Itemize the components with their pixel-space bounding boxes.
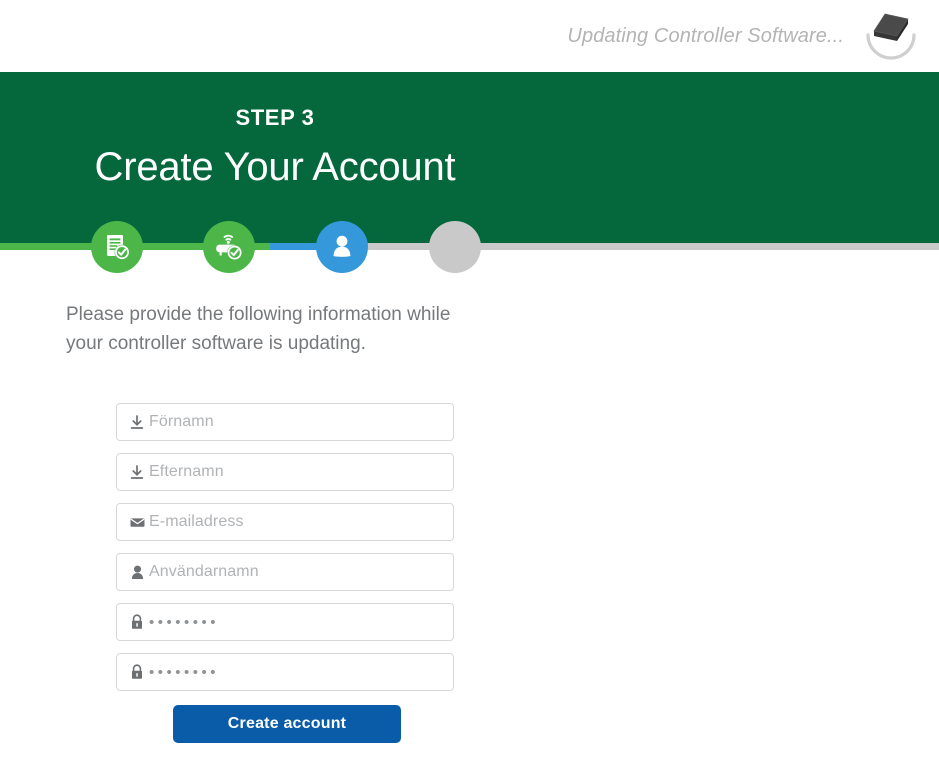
document-check-icon <box>107 235 130 260</box>
last-name-field[interactable]: Efternamn <box>116 453 454 491</box>
first-name-placeholder: Förnamn <box>149 413 214 430</box>
create-account-button[interactable]: Create account <box>173 705 401 743</box>
password-value: •••••••• <box>149 613 220 631</box>
update-status-text: Updating Controller Software... <box>567 24 844 47</box>
stepper-step-account[interactable] <box>316 221 368 273</box>
password-field[interactable]: •••••••• <box>116 603 454 641</box>
controller-box-icon <box>873 13 909 41</box>
download-arrow-icon <box>125 464 149 480</box>
create-account-form: Förnamn Efternamn E-mailadress Användarn… <box>0 403 550 743</box>
page-title: Create Your Account <box>94 145 456 189</box>
lock-icon <box>125 664 149 680</box>
stepper-step-plan[interactable] <box>91 221 143 273</box>
username-placeholder: Användarnamn <box>149 563 259 580</box>
controller-device-spinner-icon <box>860 5 922 67</box>
download-arrow-icon <box>125 414 149 430</box>
step-label: STEP 3 <box>235 105 315 130</box>
envelope-icon <box>125 517 149 528</box>
stepper-step-controller[interactable] <box>203 221 255 273</box>
first-name-field[interactable]: Förnamn <box>116 403 454 441</box>
last-name-placeholder: Efternamn <box>149 463 224 480</box>
lock-icon <box>125 614 149 630</box>
intro-text: Please provide the following information… <box>66 304 451 354</box>
hero-banner: STEP 3 Create Your Account <box>0 72 939 243</box>
user-icon <box>333 235 351 257</box>
submit-row: Create account <box>116 705 550 743</box>
hero-text-block: STEP 3 Create Your Account <box>0 72 550 190</box>
router-check-icon <box>216 234 242 260</box>
email-placeholder: E-mailadress <box>149 513 244 530</box>
email-field[interactable]: E-mailadress <box>116 503 454 541</box>
top-status-bar: Updating Controller Software... <box>0 0 939 72</box>
progress-stepper <box>0 221 939 298</box>
person-icon <box>125 565 149 580</box>
username-field[interactable]: Användarnamn <box>116 553 454 591</box>
password-confirm-field[interactable]: •••••••• <box>116 653 454 691</box>
password-confirm-value: •••••••• <box>149 663 220 681</box>
main-content: Please provide the following information… <box>0 300 550 743</box>
stepper-step-finish[interactable] <box>429 221 481 273</box>
